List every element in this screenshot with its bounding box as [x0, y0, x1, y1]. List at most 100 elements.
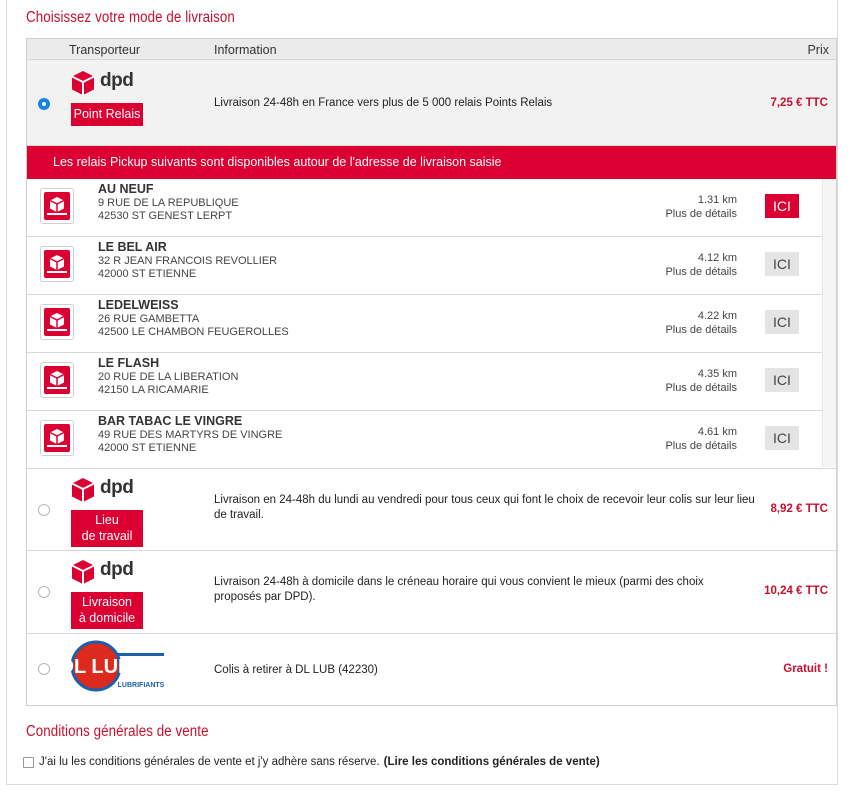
- carrier-option-dl-lub[interactable]: DL LUB LUBRIFIANTS Colis à retirer à DL …: [27, 634, 836, 705]
- pickup-select-button[interactable]: ICI: [765, 252, 799, 276]
- carrier-option-lieu-de-travail[interactable]: dpd Lieu de travail Livraison en 24-48h …: [27, 468, 836, 551]
- pickup-street: 9 RUE DE LA REPUBLIQUE: [98, 197, 239, 209]
- dpd-cube-icon: [71, 560, 95, 584]
- pickup-city: 42500 LE CHAMBON FEUGEROLLES: [98, 326, 289, 338]
- pickup-details-link[interactable]: Plus de détails: [665, 265, 737, 279]
- option-tag: Point Relais: [71, 103, 143, 126]
- dl-lub-subtitle: LUBRIFIANTS: [118, 682, 165, 689]
- delivery-section-title: Choisissez votre mode de livraison: [26, 9, 235, 26]
- dpd-cube-icon: [71, 478, 95, 502]
- option-tag: Livraison à domicile: [71, 592, 143, 629]
- option-info: Colis à retirer à DL LUB (42230): [214, 664, 378, 676]
- cgv-checkbox[interactable]: [23, 756, 34, 768]
- pickup-city: 42000 ST ETIENNE: [98, 442, 197, 454]
- pickup-banner: Les relais Pickup suivants sont disponib…: [27, 146, 836, 179]
- pickup-select-button[interactable]: ICI: [765, 310, 799, 334]
- option-price: Gratuit !: [783, 663, 828, 675]
- cgv-link[interactable]: (Lire les conditions générales de vente): [384, 756, 600, 768]
- pickup-address: 32 R JEAN FRANCOIS REVOLLIER 42000 ST ET…: [98, 255, 277, 281]
- pickup-city: 42150 LA RICAMARIE: [98, 384, 209, 396]
- dpd-cube-icon: [71, 71, 95, 95]
- pickup-details-link[interactable]: Plus de détails: [665, 381, 737, 395]
- pickup-select-button[interactable]: ICI: [765, 368, 799, 392]
- header-info: Information: [214, 43, 277, 57]
- radio-lieu-de-travail[interactable]: [38, 504, 50, 516]
- carrier-option-livraison-domicile[interactable]: dpd Livraison à domicile Livraison 24-48…: [27, 551, 836, 634]
- pickup-address: 20 RUE DE LA LIBERATION 42150 LA RICAMAR…: [98, 371, 238, 397]
- header-carrier: Transporteur: [69, 43, 141, 57]
- dpd-brand-text: dpd: [100, 559, 134, 580]
- pickup-list-scrollbar[interactable]: [822, 179, 836, 467]
- pickup-distance: 4.12 km: [697, 252, 737, 264]
- pickup-address: 9 RUE DE LA REPUBLIQUE 42530 ST GENEST L…: [98, 197, 239, 223]
- pickup-distance-block: 4.35 km Plus de détails: [665, 367, 737, 395]
- pickup-street: 26 RUE GAMBETTA: [98, 313, 200, 325]
- dpd-logo: dpd Point Relais: [71, 70, 143, 136]
- dpd-pickup-icon: [40, 246, 74, 282]
- dl-lub-logo: DL LUB LUBRIFIANTS: [70, 640, 165, 692]
- pickup-name: BAR TABAC LE VINGRE: [98, 414, 243, 428]
- pickup-street: 49 RUE DES MARTYRS DE VINGRE: [98, 429, 283, 441]
- pickup-row[interactable]: AU NEUF 9 RUE DE LA REPUBLIQUE 42530 ST …: [27, 179, 822, 237]
- pickup-distance: 4.61 km: [697, 426, 737, 438]
- tag-line: Lieu: [95, 513, 119, 527]
- tag-line: Livraison: [81, 595, 133, 609]
- dpd-brand-text: dpd: [100, 477, 134, 498]
- tag-line: Point Relais: [73, 107, 141, 121]
- pickup-name: LE FLASH: [98, 356, 160, 370]
- pickup-street: 32 R JEAN FRANCOIS REVOLLIER: [98, 255, 278, 267]
- tag-line: de travail: [81, 529, 133, 543]
- pickup-row[interactable]: LEDELWEISS 26 RUE GAMBETTA 42500 LE CHAM…: [27, 295, 822, 353]
- dl-lub-brand: DL LUB: [70, 656, 132, 678]
- pickup-banner-text: Les relais Pickup suivants sont disponib…: [53, 155, 502, 169]
- option-price: 8,92 € TTC: [770, 503, 828, 515]
- pickup-details-link[interactable]: Plus de détails: [665, 323, 737, 337]
- pickup-address: 26 RUE GAMBETTA 42500 LE CHAMBON FEUGERO…: [98, 313, 289, 339]
- pickup-distance: 4.35 km: [697, 368, 737, 380]
- pickup-name: LEDELWEISS: [98, 298, 179, 312]
- dpd-logo: dpd Livraison à domicile: [71, 559, 143, 629]
- pickup-city: 42530 ST GENEST LERPT: [98, 210, 233, 222]
- pickup-distance-block: 4.12 km Plus de détails: [665, 251, 737, 279]
- option-info: Livraison 24-48h en France vers plus de …: [214, 97, 553, 109]
- cgv-checkbox-label[interactable]: J'ai lu les conditions générales de vent…: [39, 756, 380, 768]
- table-header: Transporteur Information Prix: [27, 39, 836, 60]
- pickup-row[interactable]: BAR TABAC LE VINGRE 49 RUE DES MARTYRS D…: [27, 411, 822, 469]
- pickup-details-link[interactable]: Plus de détails: [665, 439, 737, 453]
- dpd-pickup-icon: [40, 304, 74, 340]
- pickup-select-button[interactable]: ICI: [765, 194, 799, 218]
- tag-line: à domicile: [78, 611, 136, 625]
- header-price: Prix: [807, 43, 829, 57]
- pickup-distance-block: 4.61 km Plus de détails: [665, 425, 737, 453]
- option-info: Livraison en 24-48h du lundi au vendredi…: [214, 494, 755, 521]
- option-price: 10,24 € TTC: [764, 585, 828, 597]
- dpd-pickup-icon: [40, 362, 74, 398]
- dpd-logo: dpd Lieu de travail: [71, 477, 143, 547]
- pickup-distance-block: 4.22 km Plus de détails: [665, 309, 737, 337]
- dpd-pickup-icon: [40, 188, 74, 224]
- dpd-pickup-icon: [40, 420, 74, 456]
- pickup-name: LE BEL AIR: [98, 240, 167, 254]
- cgv-agreement: J'ai lu les conditions générales de vent…: [23, 756, 600, 768]
- option-info: Livraison 24-48h à domicile dans le crén…: [214, 576, 704, 603]
- pickup-select-button[interactable]: ICI: [765, 426, 799, 450]
- radio-point-relais[interactable]: [38, 98, 50, 110]
- radio-livraison-domicile[interactable]: [38, 586, 50, 598]
- option-price: 7,25 € TTC: [770, 97, 828, 109]
- carrier-table: Transporteur Information Prix dpd Point …: [26, 38, 837, 706]
- radio-dl-lub[interactable]: [38, 663, 50, 675]
- pickup-details-link[interactable]: Plus de détails: [665, 207, 737, 221]
- pickup-street: 20 RUE DE LA LIBERATION: [98, 371, 239, 383]
- pickup-city: 42000 ST ETIENNE: [98, 268, 197, 280]
- delivery-panel: Choisissez votre mode de livraison Trans…: [6, 0, 838, 785]
- carrier-option-point-relais[interactable]: dpd Point Relais Livraison 24-48h en Fra…: [27, 60, 836, 146]
- dpd-brand-text: dpd: [100, 70, 134, 91]
- pickup-distance: 4.22 km: [697, 310, 737, 322]
- pickup-distance: 1.31 km: [697, 194, 737, 206]
- pickup-address: 49 RUE DES MARTYRS DE VINGRE 42000 ST ET…: [98, 429, 282, 455]
- cgv-section-title: Conditions générales de vente: [26, 723, 209, 740]
- pickup-row[interactable]: LE FLASH 20 RUE DE LA LIBERATION 42150 L…: [27, 353, 822, 411]
- pickup-row[interactable]: LE BEL AIR 32 R JEAN FRANCOIS REVOLLIER …: [27, 237, 822, 295]
- pickup-name: AU NEUF: [98, 182, 154, 196]
- pickup-distance-block: 1.31 km Plus de détails: [665, 193, 737, 221]
